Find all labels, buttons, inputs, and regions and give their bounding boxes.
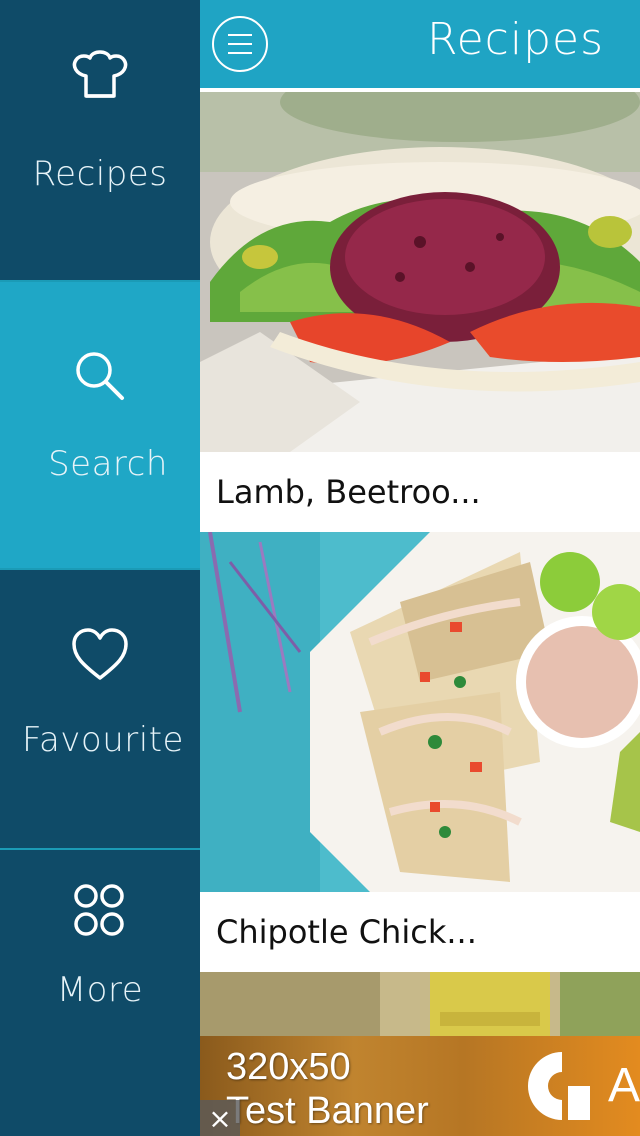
sidebar-item-label: Favourite bbox=[22, 720, 184, 760]
sidebar-item-favourite[interactable]: Favourite bbox=[0, 570, 200, 848]
recipe-title[interactable]: Lamb, Beetroo... bbox=[200, 452, 640, 532]
recipe-photo-partial bbox=[200, 972, 640, 1036]
heart-icon bbox=[72, 628, 128, 680]
app-header: Recipes bbox=[200, 0, 640, 88]
recipe-photo-burger bbox=[200, 92, 640, 452]
ad-banner[interactable]: 320x50 Test Banner A × bbox=[200, 1036, 640, 1136]
sidebar-item-search[interactable]: Search bbox=[0, 282, 200, 568]
sidebar-item-label: Recipes bbox=[32, 154, 168, 194]
sidebar-item-label: More bbox=[56, 970, 144, 1010]
recipe-title[interactable]: Chipotle Chick... bbox=[200, 892, 640, 972]
search-icon bbox=[76, 352, 124, 400]
close-icon[interactable]: × bbox=[200, 1100, 240, 1136]
recipe-photo-quesadilla bbox=[200, 532, 640, 892]
ad-line-2: Test Banner bbox=[226, 1090, 429, 1132]
recipe-image[interactable] bbox=[200, 92, 640, 452]
page-title: Recipes bbox=[426, 14, 604, 65]
sidebar-nav: Recipes Search Favourite More bbox=[0, 0, 200, 1136]
recipe-image[interactable] bbox=[200, 972, 640, 1036]
recipe-image[interactable] bbox=[200, 532, 640, 892]
grid-circles-icon bbox=[74, 884, 124, 936]
sidebar-item-more[interactable]: More bbox=[0, 850, 200, 1136]
chef-hat-icon bbox=[72, 50, 128, 98]
hamburger-menu-icon[interactable] bbox=[212, 16, 268, 72]
ad-logo-icon bbox=[527, 1052, 590, 1120]
recipe-list: Lamb, Beetroo... Chipotle Chick... bbox=[200, 92, 640, 1136]
ad-logo-letter: A bbox=[608, 1059, 640, 1112]
sidebar-item-recipes[interactable]: Recipes bbox=[0, 0, 200, 280]
ad-line-1: 320x50 bbox=[226, 1046, 351, 1088]
sidebar-item-label: Search bbox=[48, 444, 168, 484]
